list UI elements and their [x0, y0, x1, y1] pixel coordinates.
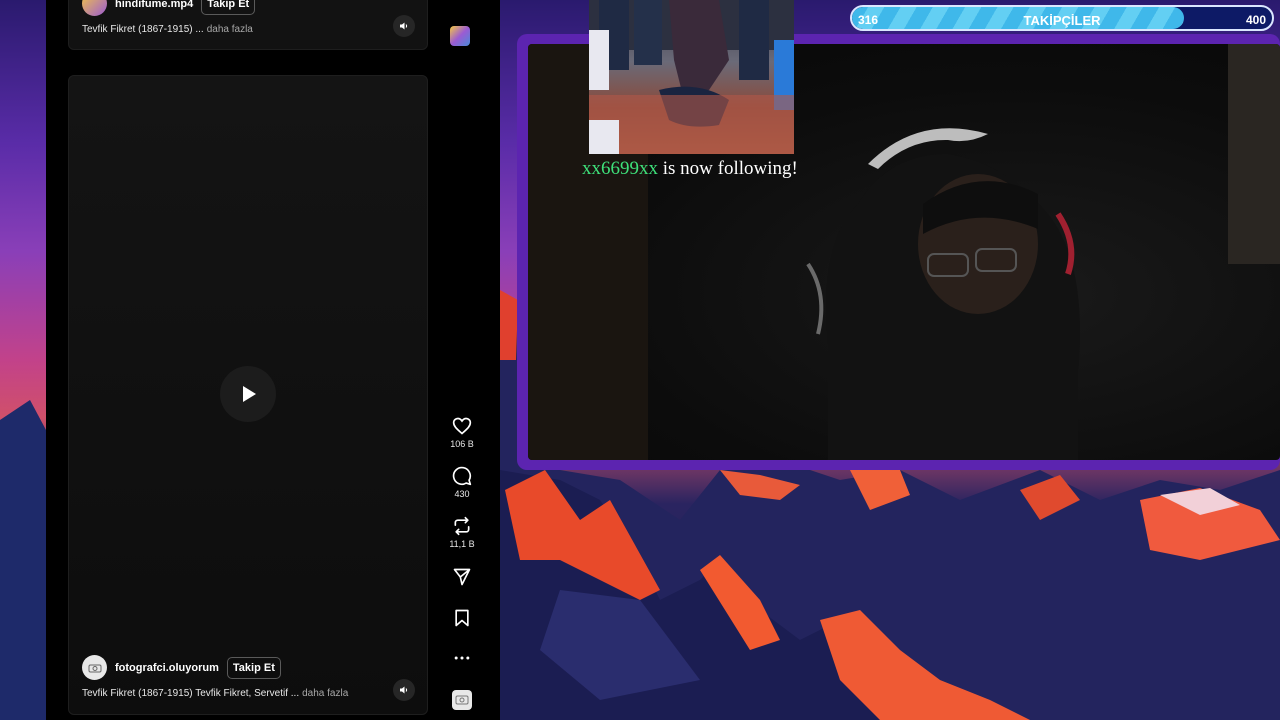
- speaker-icon: [400, 22, 408, 30]
- author-avatar[interactable]: [82, 655, 107, 680]
- bookmark-icon[interactable]: [452, 608, 472, 628]
- alert-gif: [589, 0, 794, 154]
- author-name[interactable]: fotografci.oluyorum: [115, 662, 219, 674]
- comment-count: 430: [454, 489, 470, 499]
- camera-logo-icon: [88, 664, 101, 672]
- alert-username: xx6699xx: [582, 158, 658, 179]
- repost-action[interactable]: 11,1 B: [442, 516, 482, 549]
- speaker-icon: [400, 686, 408, 694]
- reel-caption: Tevfik Fikret (1867-1915) ... daha fazla: [82, 24, 253, 35]
- follow-button[interactable]: Takip Et: [226, 656, 281, 679]
- follower-goal-label: TAKİPÇİLER: [1023, 13, 1101, 28]
- alert-message: is now following!: [662, 158, 798, 179]
- more-options[interactable]: [442, 648, 482, 668]
- more-link[interactable]: daha fazla: [207, 24, 253, 35]
- mute-button[interactable]: [393, 679, 415, 701]
- like-action[interactable]: 106 B: [442, 416, 482, 449]
- repost-count: 11,1 B: [449, 539, 475, 549]
- reels-feed: hindifume.mp4 Takip Et Tevfik Fikret (18…: [46, 0, 500, 720]
- follower-target: 400: [1245, 13, 1266, 27]
- follower-goal-bar: 316 TAKİPÇİLER 400: [850, 5, 1274, 31]
- camera-logo-icon: [455, 695, 469, 705]
- author-name[interactable]: hindifume.mp4: [115, 0, 193, 10]
- follow-alert-text: xx6699xx is now following!: [582, 158, 798, 180]
- audio-thumbnail-previous[interactable]: [450, 26, 470, 46]
- heart-icon[interactable]: [452, 416, 472, 436]
- audio-thumbnail-current[interactable]: [452, 690, 472, 710]
- send-icon[interactable]: [452, 567, 472, 587]
- reel-card-previous[interactable]: hindifume.mp4 Takip Et Tevfik Fikret (18…: [68, 0, 428, 50]
- caption-text: Tevfik Fikret (1867-1915) Tevfik Fikret,…: [82, 688, 300, 699]
- reel-caption: Tevfik Fikret (1867-1915) Tevfik Fikret,…: [82, 688, 348, 699]
- ellipsis-icon[interactable]: [452, 648, 472, 668]
- play-button[interactable]: [220, 366, 276, 422]
- play-icon: [243, 386, 256, 402]
- author-avatar[interactable]: [82, 0, 107, 16]
- follow-button[interactable]: Takip Et: [201, 0, 256, 15]
- save-action[interactable]: [442, 608, 482, 628]
- comment-action[interactable]: 430: [442, 466, 482, 499]
- follow-alert-image: [589, 0, 794, 154]
- like-count: 106 B: [450, 439, 474, 449]
- caption-text: Tevfik Fikret (1867-1915) ...: [82, 24, 204, 35]
- reel-author-row: hindifume.mp4 Takip Et: [82, 0, 256, 16]
- reel-card-current[interactable]: fotografci.oluyorum Takip Et Tevfik Fikr…: [68, 75, 428, 715]
- share-action[interactable]: [442, 567, 482, 587]
- comment-icon[interactable]: [452, 466, 472, 486]
- more-link[interactable]: daha fazla: [302, 688, 348, 699]
- mute-button[interactable]: [393, 15, 415, 37]
- reel-author-row: fotografci.oluyorum Takip Et: [82, 655, 281, 680]
- repost-icon[interactable]: [452, 516, 472, 536]
